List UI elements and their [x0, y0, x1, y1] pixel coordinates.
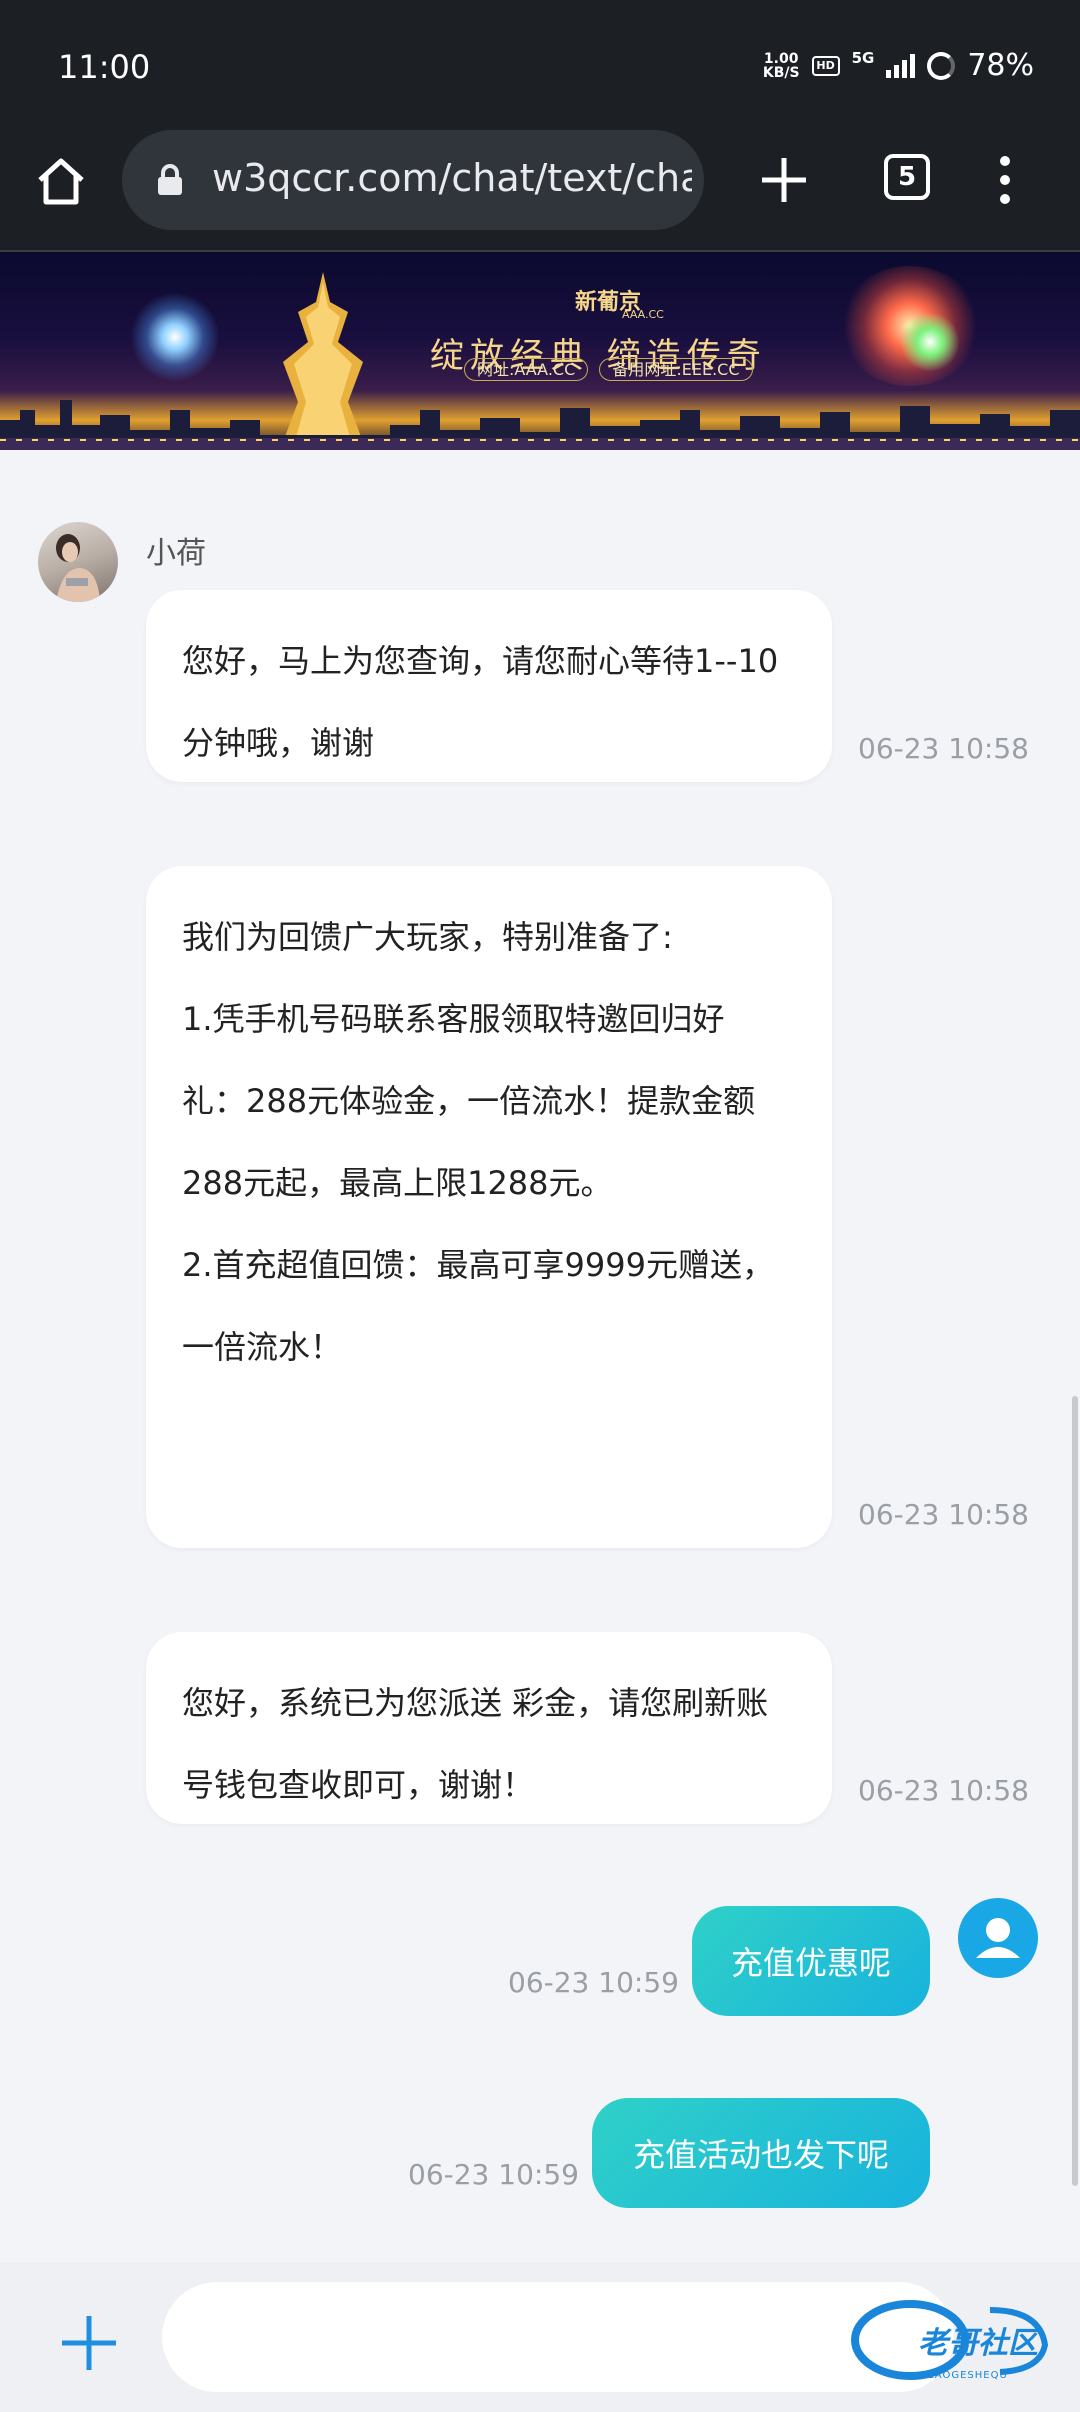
- message-time: 06-23 10:59: [408, 2158, 579, 2191]
- battery-icon: [927, 51, 956, 80]
- watermark-text: 老哥社区: [918, 2326, 1038, 2361]
- message-bubble-incoming[interactable]: 我们为回馈广大玩家，特别准备了: 1.凭手机号码联系客服领取特邀回归好 礼：28…: [146, 866, 832, 1548]
- message-text: 您好，系统已为您派送 彩金，请您刷新账 号钱包查收即可，谢谢！: [182, 1684, 769, 1804]
- scrollbar[interactable]: [1072, 1396, 1078, 2186]
- status-bar: 11:00 1.00 KB/S HD 5G 78%: [0, 0, 1080, 130]
- hd-icon: HD: [811, 55, 840, 76]
- network-speed-value: 1.00: [763, 50, 799, 67]
- new-tab-icon[interactable]: [756, 152, 812, 208]
- battery-percent: 78%: [967, 48, 1034, 83]
- url-text[interactable]: w3qccr.com/chat/text/chat: [212, 156, 692, 200]
- more-options-icon[interactable]: [990, 152, 1020, 208]
- message-text: 充值活动也发下呢: [632, 2136, 889, 2174]
- message-text: 我们为回馈广大玩家，特别准备了: 1.凭手机号码联系客服领取特邀回归好 礼：28…: [182, 918, 774, 1366]
- home-icon[interactable]: [34, 154, 88, 208]
- lock-icon: [158, 164, 182, 195]
- message-bubble-incoming[interactable]: 您好，系统已为您派送 彩金，请您刷新账 号钱包查收即可，谢谢！: [146, 1632, 832, 1824]
- message-bubble-outgoing[interactable]: 充值优惠呢: [692, 1906, 930, 2016]
- message-time: 06-23 10:59: [508, 1966, 679, 1999]
- signal-icon: [886, 53, 916, 78]
- agent-name: 小荷: [146, 536, 206, 571]
- network-speed: 1.00 KB/S: [763, 52, 800, 80]
- message-bubble-incoming[interactable]: 您好，马上为您查询，请您耐心等待1--10 分钟哦，谢谢: [146, 590, 832, 782]
- network-type: 5G: [851, 48, 875, 67]
- message-input[interactable]: [162, 2282, 954, 2392]
- status-time: 11:00: [58, 48, 151, 86]
- address-bar[interactable]: w3qccr.com/chat/text/chat: [122, 130, 704, 230]
- message-time: 06-23 10:58: [858, 1498, 1029, 1531]
- promo-banner[interactable]: 新葡京 AAA.CC 绽放经典 缔造传奇 网址:AAA.CC 备用网址:EEE.…: [0, 252, 1080, 450]
- browser-toolbar: w3qccr.com/chat/text/chat 5: [0, 130, 1080, 252]
- message-time: 06-23 10:58: [858, 1774, 1029, 1807]
- add-attachment-icon[interactable]: [58, 2312, 120, 2374]
- banner-url-primary: 网址:AAA.CC: [464, 358, 589, 381]
- user-icon: [976, 1918, 1020, 1958]
- firework-left: [130, 292, 220, 382]
- watermark-subtext: LAOGESHEQU: [928, 2370, 1008, 2381]
- agent-avatar[interactable]: [38, 522, 118, 602]
- firework-green: [900, 312, 960, 372]
- message-text: 充值优惠呢: [730, 1944, 891, 1982]
- banner-url-backup: 备用网址:EEE.CC: [599, 358, 753, 381]
- banner-urls: 网址:AAA.CC 备用网址:EEE.CC: [464, 356, 759, 381]
- user-avatar[interactable]: [958, 1898, 1038, 1978]
- network-speed-unit: KB/S: [762, 64, 800, 81]
- city-skyline: [0, 400, 1080, 450]
- tab-switcher-button[interactable]: 5: [884, 154, 930, 200]
- message-text: 您好，马上为您查询，请您耐心等待1--10 分钟哦，谢谢: [182, 642, 779, 762]
- status-icons: 1.00 KB/S HD 5G 78%: [763, 48, 1034, 83]
- message-time: 06-23 10:58: [858, 732, 1029, 765]
- message-bubble-outgoing[interactable]: 充值活动也发下呢: [592, 2098, 930, 2208]
- banner-brand-sub: AAA.CC: [622, 308, 664, 321]
- agent-avatar-image: [56, 534, 100, 602]
